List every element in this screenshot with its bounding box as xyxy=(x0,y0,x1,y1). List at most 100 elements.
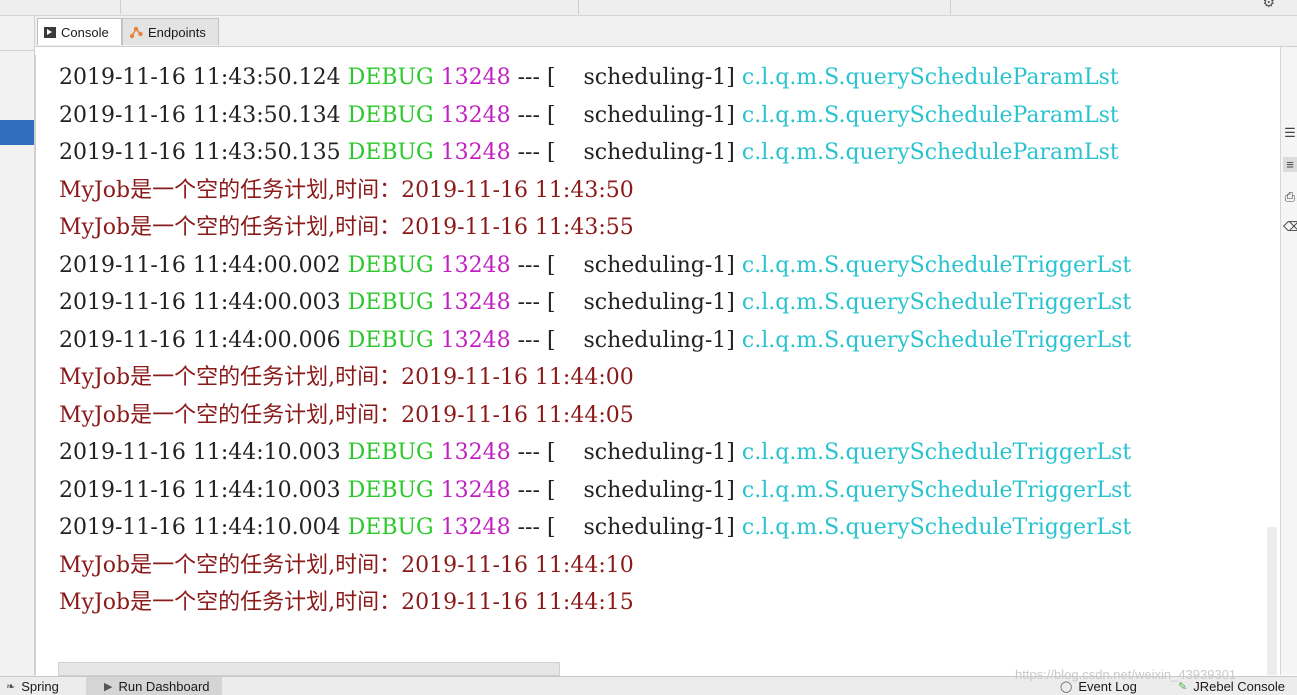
log-logger: c.l.q.m.S.queryScheduleParamLst xyxy=(741,140,1119,165)
log-logger: c.l.q.m.S.queryScheduleTriggerLst xyxy=(741,327,1132,353)
log-separator: --- xyxy=(517,102,540,128)
log-thread: [ scheduling-1] xyxy=(546,102,735,128)
log-message-text: MyJob是一个空的任务计划,时间：2019-11-16 11:44:05 xyxy=(59,402,634,428)
log-message-text: MyJob是一个空的任务计划,时间：2019-11-16 11:44:10 xyxy=(59,552,634,578)
log-logger: c.l.q.m.S.queryScheduleParamLst xyxy=(741,65,1119,90)
log-separator: --- xyxy=(517,515,540,540)
log-level: DEBUG xyxy=(347,477,434,503)
log-message-text: MyJob是一个空的任务计划,时间：2019-11-16 11:43:50 xyxy=(59,177,634,203)
scroll-to-end-icon[interactable]: ☰ xyxy=(1283,125,1297,141)
bottom-tab-spring[interactable]: ❧ Spring xyxy=(6,679,59,694)
log-thread: [ scheduling-1] xyxy=(546,477,735,503)
top-strip-divider xyxy=(578,0,579,14)
log-timestamp: 2019-11-16 11:44:10.003 xyxy=(59,477,341,503)
log-thread: [ scheduling-1] xyxy=(546,140,735,165)
log-debug-line: 2019-11-16 11:44:00.002 DEBUG 13248 --- … xyxy=(59,253,1131,279)
watermark: https://blog.csdn.net/weixin_43939301 xyxy=(1015,667,1237,682)
bottom-tab-spring-label: Spring xyxy=(21,679,59,694)
log-pid: 13248 xyxy=(440,440,511,465)
log-logger: c.l.q.m.S.queryScheduleTriggerLst xyxy=(741,290,1132,315)
log-level: DEBUG xyxy=(347,252,434,278)
log-debug-line: 2019-11-16 11:44:10.003 DEBUG 13248 --- … xyxy=(59,478,1131,504)
log-timestamp: 2019-11-16 11:44:10.004 xyxy=(59,515,341,540)
log-debug-line: 2019-11-16 11:44:10.003 DEBUG 13248 --- … xyxy=(59,440,1131,466)
log-message-text: MyJob是一个空的任务计划,时间：2019-11-16 11:43:55 xyxy=(59,215,634,240)
log-pid: 13248 xyxy=(440,102,511,128)
console-right-toolbar: ☰ ≡ ⎙ ⌫ xyxy=(1280,47,1297,675)
log-pid: 13248 xyxy=(440,327,511,353)
log-thread: [ scheduling-1] xyxy=(546,290,735,315)
log-level: DEBUG xyxy=(347,440,434,465)
log-thread: [ scheduling-1] xyxy=(546,65,735,90)
print-icon[interactable]: ⎙ xyxy=(1283,189,1297,205)
gutter-selection[interactable] xyxy=(0,120,34,145)
horizontal-scrollbar[interactable] xyxy=(58,662,560,676)
log-level: DEBUG xyxy=(347,515,434,540)
run-dashboard-icon: ▶ xyxy=(104,680,113,693)
tab-endpoints-label: Endpoints xyxy=(148,24,206,40)
log-thread: [ scheduling-1] xyxy=(546,327,735,353)
log-logger: c.l.q.m.S.queryScheduleTriggerLst xyxy=(741,252,1132,278)
log-separator: --- xyxy=(517,252,540,278)
log-message-text: MyJob是一个空的任务计划,时间：2019-11-16 11:44:00 xyxy=(59,365,634,390)
log-level: DEBUG xyxy=(347,290,434,315)
log-separator: --- xyxy=(517,140,540,165)
clear-icon[interactable]: ⌫ xyxy=(1283,219,1297,235)
vertical-scrollbar[interactable] xyxy=(1267,527,1277,675)
log-pid: 13248 xyxy=(440,140,511,165)
log-separator: --- xyxy=(517,65,540,90)
log-logger: c.l.q.m.S.queryScheduleTriggerLst xyxy=(741,477,1132,503)
log-separator: --- xyxy=(517,477,540,503)
console-tab-bar: Console Endpoints xyxy=(35,16,1297,47)
tab-console[interactable]: Console xyxy=(37,18,122,45)
log-level: DEBUG xyxy=(347,102,434,128)
log-debug-line: 2019-11-16 11:43:50.134 DEBUG 13248 --- … xyxy=(59,103,1119,129)
log-timestamp: 2019-11-16 11:44:00.002 xyxy=(59,252,341,278)
log-pid: 13248 xyxy=(440,477,511,503)
log-timestamp: 2019-11-16 11:43:50.124 xyxy=(59,65,341,90)
top-strip-divider xyxy=(950,0,951,14)
log-pid: 13248 xyxy=(440,252,511,278)
soft-wrap-icon[interactable]: ≡ xyxy=(1283,157,1297,172)
tab-endpoints[interactable]: Endpoints xyxy=(122,18,219,45)
console-icon xyxy=(44,26,56,38)
log-logger: c.l.q.m.S.queryScheduleTriggerLst xyxy=(741,515,1132,540)
log-level: DEBUG xyxy=(347,327,434,353)
log-debug-line: 2019-11-16 11:44:00.003 DEBUG 13248 --- … xyxy=(59,290,1131,316)
log-level: DEBUG xyxy=(347,140,434,165)
log-message-line: MyJob是一个空的任务计划,时间：2019-11-16 11:44:00 xyxy=(59,365,634,391)
log-separator: --- xyxy=(517,290,540,315)
log-timestamp: 2019-11-16 11:44:00.006 xyxy=(59,327,341,353)
endpoints-icon xyxy=(129,25,143,39)
log-pid: 13248 xyxy=(440,65,511,90)
log-debug-line: 2019-11-16 11:44:00.006 DEBUG 13248 --- … xyxy=(59,328,1131,354)
log-logger: c.l.q.m.S.queryScheduleTriggerLst xyxy=(741,440,1132,465)
log-debug-line: 2019-11-16 11:43:50.124 DEBUG 13248 --- … xyxy=(59,65,1119,91)
console-output[interactable]: 2019-11-16 11:43:50.124 DEBUG 13248 --- … xyxy=(35,55,1281,675)
bottom-tab-run-dashboard[interactable]: ▶ Run Dashboard xyxy=(86,677,222,695)
log-message-line: MyJob是一个空的任务计划,时间：2019-11-16 11:44:10 xyxy=(59,553,634,579)
log-separator: --- xyxy=(517,327,540,353)
log-level: DEBUG xyxy=(347,65,434,90)
log-timestamp: 2019-11-16 11:43:50.135 xyxy=(59,140,341,165)
log-thread: [ scheduling-1] xyxy=(546,440,735,465)
gutter-divider xyxy=(0,50,34,51)
log-pid: 13248 xyxy=(440,515,511,540)
log-message-line: MyJob是一个空的任务计划,时间：2019-11-16 11:44:15 xyxy=(59,590,634,616)
top-strip-divider xyxy=(120,0,121,14)
log-timestamp: 2019-11-16 11:44:10.003 xyxy=(59,440,341,465)
log-message-line: MyJob是一个空的任务计划,时间：2019-11-16 11:44:05 xyxy=(59,403,634,429)
log-message-line: MyJob是一个空的任务计划,时间：2019-11-16 11:43:55 xyxy=(59,215,634,241)
tab-console-label: Console xyxy=(61,24,109,40)
log-message-text: MyJob是一个空的任务计划,时间：2019-11-16 11:44:15 xyxy=(59,590,634,615)
log-pid: 13248 xyxy=(440,290,511,315)
log-timestamp: 2019-11-16 11:43:50.134 xyxy=(59,102,341,128)
log-timestamp: 2019-11-16 11:44:00.003 xyxy=(59,290,341,315)
log-debug-line: 2019-11-16 11:43:50.135 DEBUG 13248 --- … xyxy=(59,140,1119,166)
log-separator: --- xyxy=(517,440,540,465)
spring-icon: ❧ xyxy=(6,681,16,693)
bottom-tab-run-dashboard-label: Run Dashboard xyxy=(118,678,210,694)
log-thread: [ scheduling-1] xyxy=(546,515,735,540)
left-gutter xyxy=(0,16,35,676)
gear-icon[interactable]: ⚙ xyxy=(1262,0,1275,11)
